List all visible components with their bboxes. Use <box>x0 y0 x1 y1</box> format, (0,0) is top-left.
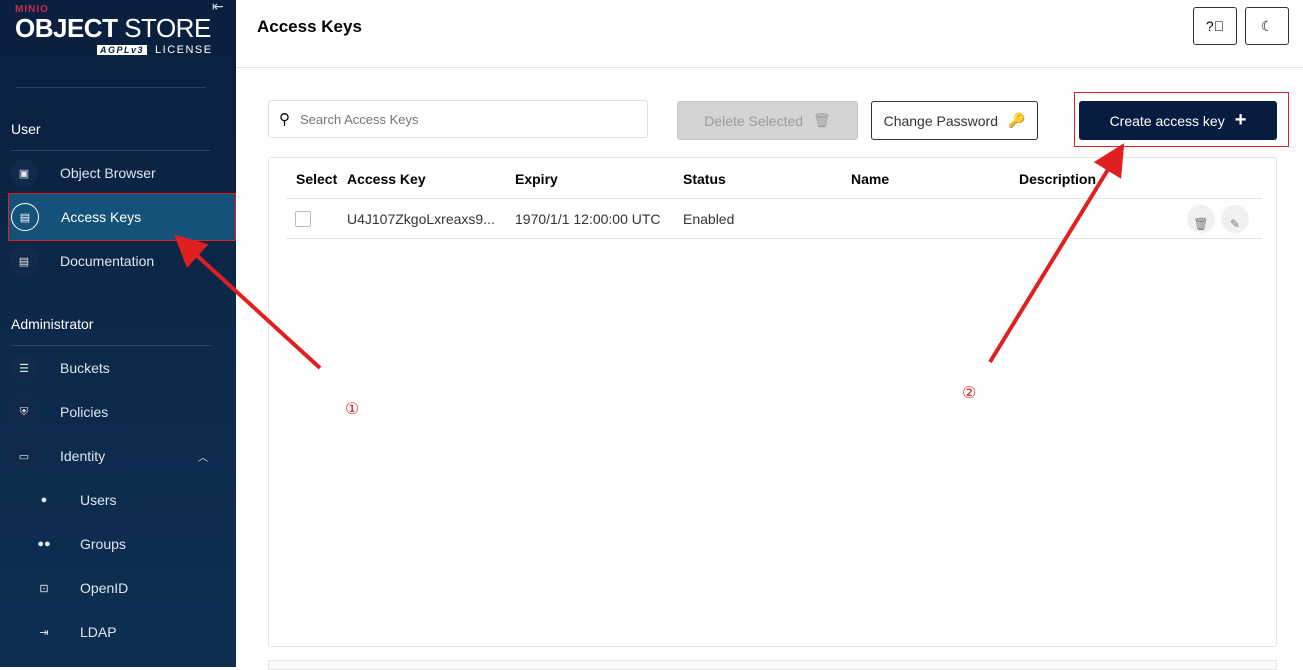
label: Object Browser <box>60 165 156 181</box>
highlight-box <box>1074 92 1289 147</box>
sidebar-item-object-browser[interactable]: ▣ Object Browser <box>8 151 236 195</box>
sidebar-item-users[interactable]: ● Users <box>8 478 236 522</box>
sidebar-item-access-keys[interactable]: ▤ Access Keys <box>8 193 236 241</box>
annotation-step-2: ② <box>962 385 977 402</box>
expiry-cell: 1970/1/1 12:00:00 UTC <box>515 211 661 227</box>
buckets-icon: ☰ <box>10 354 38 382</box>
sidebar-item-policies[interactable]: ⛨ Policies <box>8 390 236 434</box>
row-checkbox[interactable] <box>295 211 311 227</box>
col-description[interactable]: Description <box>1019 171 1096 187</box>
pencil-icon: ✎ <box>1229 217 1241 231</box>
key-icon: 🔑 <box>1007 112 1026 128</box>
label: LDAP <box>80 624 117 640</box>
user-icon: ● <box>40 494 48 506</box>
access-key-cell: U4J107ZkgoLxreaxs9... <box>347 211 495 227</box>
dark-mode-button[interactable]: ☾ <box>1245 7 1289 45</box>
edit-row-button[interactable]: ✎ <box>1221 205 1249 233</box>
trash-icon: 🗑 <box>1193 217 1209 231</box>
header: Access Keys ?⃝ ☾ <box>236 0 1303 68</box>
label: OpenID <box>80 580 129 596</box>
product-name-bold: OBJECT <box>15 13 118 43</box>
help-button[interactable]: ?⃝ <box>1193 7 1237 45</box>
identity-icon: ▭ <box>10 442 38 470</box>
search-input[interactable] <box>300 111 620 127</box>
trash-icon: 🗑 <box>813 112 831 128</box>
panel-footer <box>268 660 1277 670</box>
sidebar-item-ldap[interactable]: ⇥ LDAP <box>8 610 236 654</box>
search-icon: ⚲ <box>279 111 290 128</box>
label: Users <box>80 492 117 508</box>
sidebar-item-documentation[interactable]: ▤ Documentation <box>8 239 236 283</box>
section-user: User <box>11 121 41 137</box>
table-header: Select Access Key Expiry Status Name Des… <box>286 159 1262 199</box>
section-administrator: Administrator <box>11 316 94 332</box>
object-browser-icon: ▣ <box>10 159 38 187</box>
sidebar-item-groups[interactable]: ●● Groups <box>8 522 236 566</box>
col-status[interactable]: Status <box>683 171 726 187</box>
col-name[interactable]: Name <box>851 171 889 187</box>
delete-selected-button[interactable]: Delete Selected 🗑 <box>677 101 858 140</box>
label: Policies <box>60 404 109 420</box>
delete-row-button[interactable]: 🗑 <box>1187 205 1215 233</box>
documentation-icon: ▤ <box>10 247 38 275</box>
col-access-key[interactable]: Access Key <box>347 171 426 187</box>
openid-icon: ⊡ <box>39 582 49 595</box>
status-cell: Enabled <box>683 211 735 227</box>
page-title: Access Keys <box>257 17 362 36</box>
sidebar-item-openid[interactable]: ⊡ OpenID <box>8 566 236 610</box>
license-text: LICENSE <box>155 44 213 56</box>
change-password-button[interactable]: Change Password 🔑 <box>871 101 1038 140</box>
col-select: Select <box>296 171 338 187</box>
access-keys-table: Select Access Key Expiry Status Name Des… <box>268 157 1277 647</box>
annotation-step-1: ① <box>345 401 360 418</box>
col-expiry[interactable]: Expiry <box>515 171 558 187</box>
table-row[interactable]: U4J107ZkgoLxreaxs9... 1970/1/1 12:00:00 … <box>286 199 1262 239</box>
moon-icon: ☾ <box>1260 17 1274 34</box>
label: Buckets <box>60 360 110 376</box>
groups-icon: ●● <box>37 538 51 550</box>
agpl-badge: AGPLv3 <box>97 45 148 55</box>
access-keys-icon: ▤ <box>11 203 39 231</box>
chevron-up-icon: ︿ <box>198 452 208 464</box>
label: Change Password <box>883 112 998 129</box>
sidebar: MINIO OBJECT STORE AGPLv3 LICENSE ⇤ User … <box>0 0 236 667</box>
policies-icon: ⛨ <box>10 398 38 426</box>
label: Identity <box>60 448 106 464</box>
divider <box>16 87 206 88</box>
product-name: STORE <box>124 13 211 43</box>
minio-logo: MINIO OBJECT STORE AGPLv3 LICENSE <box>15 4 211 56</box>
search-box[interactable]: ⚲ <box>268 100 648 138</box>
help-icon: ?⃝ <box>1205 18 1225 34</box>
label: Access Keys <box>61 209 142 225</box>
sidebar-item-identity[interactable]: ▭ Identity ︿ <box>8 434 236 478</box>
collapse-sidebar-icon[interactable]: ⇤ <box>212 0 224 15</box>
ldap-icon: ⇥ <box>39 626 49 639</box>
label: Delete Selected <box>704 112 804 129</box>
label: Documentation <box>60 253 155 269</box>
label: Groups <box>80 536 126 552</box>
sidebar-item-buckets[interactable]: ☰ Buckets <box>8 346 236 390</box>
